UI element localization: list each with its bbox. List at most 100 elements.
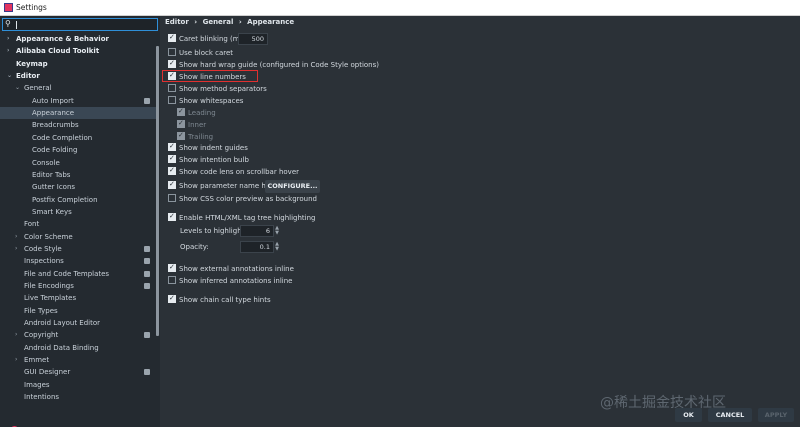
sidebar-item-label: File and Code Templates <box>24 269 110 278</box>
intention-bulb-label: Show intention bulb <box>179 156 249 164</box>
css-color-option[interactable]: Show CSS color preview as background <box>168 194 317 205</box>
hard-wrap-checkbox[interactable] <box>168 58 176 69</box>
code-lens-option[interactable]: Show code lens on scrollbar hover <box>168 165 299 178</box>
inferred-annotations-checkbox[interactable] <box>168 276 176 284</box>
chain-call-option[interactable]: Show chain call type hints <box>168 293 271 306</box>
breadcrumb-separator: › <box>194 18 198 26</box>
app-icon <box>4 3 13 12</box>
sidebar-item-smart-keys[interactable]: Smart Keys <box>0 206 156 218</box>
ok-button[interactable]: OK <box>675 408 702 422</box>
chevron-right-icon[interactable]: › <box>7 45 9 57</box>
sidebar-item-live-templates[interactable]: Live Templates <box>0 292 156 304</box>
leading-checkbox[interactable] <box>177 106 185 117</box>
sidebar-item-editor-tabs[interactable]: Editor Tabs <box>0 169 156 181</box>
intention-bulb-option[interactable]: Show intention bulb <box>168 153 249 166</box>
method-separators-option[interactable]: Show method separators <box>168 84 267 95</box>
sidebar-item-file-and-code-templates[interactable]: File and Code Templates <box>0 268 156 280</box>
block-caret-option[interactable]: Use block caret <box>168 48 233 59</box>
sidebar-item-label: Auto Import <box>32 96 74 105</box>
param-hints-checkbox[interactable] <box>168 179 176 190</box>
sidebar-scrollbar[interactable] <box>156 46 159 336</box>
inner-checkbox[interactable] <box>177 118 185 129</box>
sidebar-item-breadcrumbs[interactable]: Breadcrumbs <box>0 119 156 131</box>
sidebar-item-label: Postfix Completion <box>32 195 98 204</box>
css-color-checkbox[interactable] <box>168 194 176 202</box>
code-lens-checkbox[interactable] <box>168 165 176 176</box>
search-icon: ⚲ <box>5 19 11 28</box>
chain-call-checkbox[interactable] <box>168 293 176 304</box>
sidebar-item-color-scheme[interactable]: › Color Scheme <box>0 231 156 243</box>
breadcrumb-editor[interactable]: Editor <box>165 18 189 26</box>
sidebar-item-label: Images <box>24 380 50 389</box>
inferred-annotations-option[interactable]: Show inferred annotations inline <box>168 276 293 287</box>
sidebar-item-keymap[interactable]: Keymap <box>0 58 156 70</box>
block-caret-checkbox[interactable] <box>168 48 176 56</box>
sidebar-item-editor[interactable]: ⌄ Editor <box>0 70 156 82</box>
html-tag-tree-checkbox[interactable] <box>168 211 176 222</box>
opacity-field[interactable]: 0.1 <box>240 241 274 253</box>
chevron-right-icon[interactable]: › <box>15 354 17 366</box>
sidebar-item-code-style[interactable]: › Code Style <box>0 243 156 255</box>
project-scope-icon <box>144 258 150 265</box>
chevron-right-icon[interactable]: › <box>15 231 17 243</box>
chevron-down-icon[interactable]: ⌄ <box>7 70 12 82</box>
sidebar-item-android-data-binding[interactable]: Android Data Binding <box>0 342 156 354</box>
sidebar-item-emmet[interactable]: › Emmet <box>0 354 156 366</box>
apply-button[interactable]: APPLY <box>758 408 794 422</box>
sidebar-item-font[interactable]: Font <box>0 218 156 230</box>
sidebar-item-alibaba-cloud-toolkit[interactable]: › Alibaba Cloud Toolkit <box>0 45 156 57</box>
caret-blinking-field[interactable]: 500 <box>238 33 268 45</box>
sidebar-item-file-types[interactable]: File Types <box>0 305 156 317</box>
external-annotations-option[interactable]: Show external annotations inline <box>168 262 294 275</box>
caret-blinking-option[interactable]: Caret blinking (ms): <box>168 32 248 45</box>
intention-bulb-checkbox[interactable] <box>168 153 176 164</box>
html-tag-tree-option[interactable]: Enable HTML/XML tag tree highlighting <box>168 211 315 224</box>
trailing-checkbox[interactable] <box>177 130 185 141</box>
leading-label: Leading <box>188 109 216 117</box>
sidebar-item-file-encodings[interactable]: File Encodings <box>0 280 156 292</box>
chevron-right-icon[interactable]: › <box>15 243 17 255</box>
project-scope-icon <box>144 245 150 252</box>
external-annotations-checkbox[interactable] <box>168 262 176 273</box>
whitespaces-checkbox[interactable] <box>168 96 176 104</box>
param-hints-option[interactable]: Show parameter name hints <box>168 179 279 192</box>
sidebar-item-general[interactable]: ⌄ General <box>0 82 156 94</box>
sidebar-item-images[interactable]: Images <box>0 379 156 391</box>
indent-guides-option[interactable]: Show indent guides <box>168 141 248 154</box>
settings-search-input[interactable]: ⚲ <box>2 18 158 31</box>
levels-spinner-icon[interactable]: ▲ ▼ <box>274 226 280 236</box>
sidebar-item-label: Code Style <box>24 244 62 253</box>
sidebar-item-gui-designer[interactable]: GUI Designer <box>0 366 156 378</box>
sidebar-item-label: Inspections <box>24 257 64 266</box>
sidebar-item-auto-import[interactable]: Auto Import <box>0 95 156 107</box>
breadcrumb-general[interactable]: General <box>203 18 234 26</box>
sidebar-item-label: GUI Designer <box>24 368 71 377</box>
sidebar-item-label: Gutter Icons <box>32 183 76 192</box>
sidebar-item-console[interactable]: Console <box>0 157 156 169</box>
sidebar-item-code-completion[interactable]: Code Completion <box>0 132 156 144</box>
method-separators-checkbox[interactable] <box>168 84 176 92</box>
levels-field[interactable]: 6 <box>240 225 274 237</box>
sidebar-item-postfix-completion[interactable]: Postfix Completion <box>0 194 156 206</box>
trailing-option[interactable]: Trailing <box>177 130 213 143</box>
chevron-right-icon[interactable]: › <box>15 329 17 341</box>
opacity-spinner-icon[interactable]: ▲ ▼ <box>274 242 280 252</box>
chevron-right-icon[interactable]: › <box>7 33 9 45</box>
sidebar-item-android-layout-editor[interactable]: Android Layout Editor <box>0 317 156 329</box>
sidebar-item-label: Android Data Binding <box>24 343 99 352</box>
sidebar-item-appearance-behavior[interactable]: › Appearance & Behavior <box>0 33 156 45</box>
indent-guides-checkbox[interactable] <box>168 141 176 152</box>
sidebar-item-appearance[interactable]: Appearance <box>0 107 156 120</box>
sidebar-item-copyright[interactable]: › Copyright <box>0 329 156 341</box>
sidebar-item-label: Smart Keys <box>32 207 72 216</box>
sidebar-item-label: Intentions <box>24 393 60 402</box>
sidebar-item-inspections[interactable]: Inspections <box>0 255 156 267</box>
cancel-button[interactable]: CANCEL <box>708 408 752 422</box>
chevron-down-icon[interactable]: ⌄ <box>15 82 20 94</box>
sidebar-item-code-folding[interactable]: Code Folding <box>0 144 156 156</box>
configure-button[interactable]: CONFIGURE... <box>265 180 320 193</box>
sidebar-item-gutter-icons[interactable]: Gutter Icons <box>0 181 156 193</box>
sidebar-item-intentions[interactable]: Intentions <box>0 391 156 403</box>
caret-blinking-checkbox[interactable] <box>168 32 176 43</box>
sidebar-item-label: Android Layout Editor <box>24 319 101 328</box>
